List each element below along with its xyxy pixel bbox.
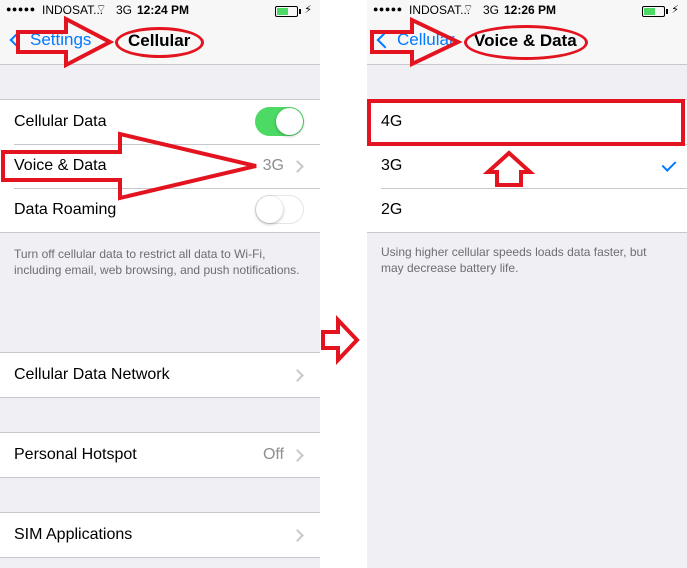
arrow-right-icon <box>1 131 257 201</box>
arrow-right-icon <box>321 314 360 366</box>
arrow-right-icon <box>16 15 115 69</box>
annotation-arrows <box>1 15 536 366</box>
arrow-right-icon <box>370 16 463 68</box>
arrow-up-icon <box>482 150 536 187</box>
